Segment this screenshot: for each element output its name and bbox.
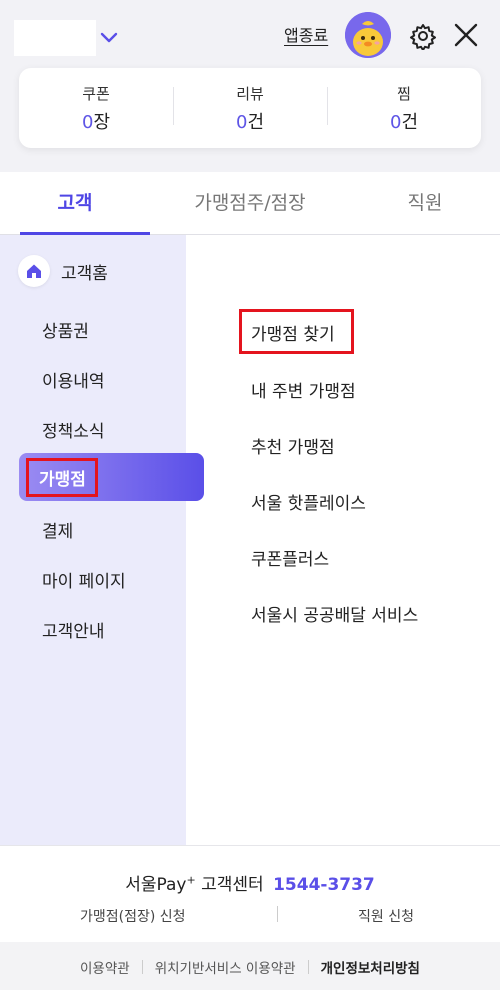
stat-label: 리뷰 xyxy=(236,84,264,103)
submenu-coupon-plus[interactable]: 쿠폰플러스 xyxy=(251,545,329,570)
sidebar-item-label: 고객홈 xyxy=(61,263,108,284)
stat-value: 0건 xyxy=(235,111,264,133)
service-name-sup: + xyxy=(186,873,196,887)
profile-avatar[interactable] xyxy=(345,12,391,58)
submenu-nearby-merchant[interactable]: 내 주변 가맹점 xyxy=(251,377,356,402)
close-icon[interactable] xyxy=(452,21,480,49)
sidebar-item-my-page[interactable]: 마이 페이지 xyxy=(42,567,126,592)
stat-value: 0장 xyxy=(81,111,110,133)
top-header: 앱종료 쿠폰 0장 리뷰 0건 찜 0건 xyxy=(0,0,500,172)
sidebar-item-customer-home[interactable]: 고객홈 xyxy=(18,255,108,287)
chick-character-icon xyxy=(345,12,391,58)
sidebar-item-merchant[interactable]: 가맹점 xyxy=(19,453,204,501)
privacy-policy-link[interactable]: 개인정보처리방침 xyxy=(321,957,420,977)
service-name: 서울Pay xyxy=(125,875,187,895)
role-tabs: 고객 가맹점주/점장 직원 xyxy=(0,172,500,235)
end-app-button[interactable]: 앱종료 xyxy=(284,22,328,46)
divider xyxy=(277,906,278,922)
location-terms-link[interactable]: 위치기반서비스 이용약관 xyxy=(155,957,296,977)
tab-customer[interactable]: 고객 xyxy=(0,172,150,235)
settings-gear-icon[interactable] xyxy=(409,22,437,50)
terms-link[interactable]: 이용약관 xyxy=(80,957,130,977)
sidebar-item-gift-card[interactable]: 상품권 xyxy=(42,317,89,342)
customer-center: 서울Pay+ 고객센터 1544-3737 xyxy=(0,870,500,895)
merchant-apply-link[interactable]: 가맹점(점장) 신청 xyxy=(80,906,186,926)
stat-value: 0건 xyxy=(389,111,418,133)
divider xyxy=(141,959,143,974)
sidebar-item-policy-news[interactable]: 정책소식 xyxy=(42,417,105,442)
submenu-recommended-merchant[interactable]: 추천 가맹점 xyxy=(251,433,335,458)
home-icon xyxy=(18,255,50,287)
sidebar-item-usage-history[interactable]: 이용내역 xyxy=(42,367,105,392)
sidebar-item-label: 가맹점 xyxy=(26,458,98,497)
tab-staff[interactable]: 직원 xyxy=(350,172,500,234)
sidebar: 고객홈 상품권 이용내역 정책소식 가맹점 결제 마이 페이지 고객안내 xyxy=(0,235,204,845)
customer-center-phone[interactable]: 1544-3737 xyxy=(273,875,375,895)
customer-center-label: 고객센터 xyxy=(201,875,264,895)
stat-coupon[interactable]: 쿠폰 0장 xyxy=(19,83,173,134)
stat-review[interactable]: 리뷰 0건 xyxy=(173,83,327,134)
stat-label: 찜 xyxy=(397,84,411,103)
submenu-find-merchant[interactable]: 가맹점 찾기 xyxy=(251,320,335,345)
footer: 서울Pay+ 고객센터 1544-3737 가맹점(점장) 신청 직원 신청 이… xyxy=(0,845,500,990)
staff-apply-link[interactable]: 직원 신청 xyxy=(358,906,414,926)
submenu-public-delivery[interactable]: 서울시 공공배달 서비스 xyxy=(251,601,418,626)
legal-links: 이용약관 위치기반서비스 이용약관 개인정보처리방침 xyxy=(0,942,500,990)
chevron-down-icon[interactable] xyxy=(98,26,120,48)
submenu-seoul-hotplace[interactable]: 서울 핫플레이스 xyxy=(251,489,366,514)
divider xyxy=(307,959,309,974)
sidebar-item-payment[interactable]: 결제 xyxy=(42,517,73,542)
activity-stats-card: 쿠폰 0장 리뷰 0건 찜 0건 xyxy=(19,68,481,148)
stat-label: 쿠폰 xyxy=(82,84,110,103)
sidebar-item-customer-guide[interactable]: 고객안내 xyxy=(42,617,105,642)
stat-favorite[interactable]: 찜 0건 xyxy=(327,83,481,134)
tab-merchant-owner[interactable]: 가맹점주/점장 xyxy=(150,172,350,234)
account-name-box[interactable] xyxy=(14,20,96,56)
